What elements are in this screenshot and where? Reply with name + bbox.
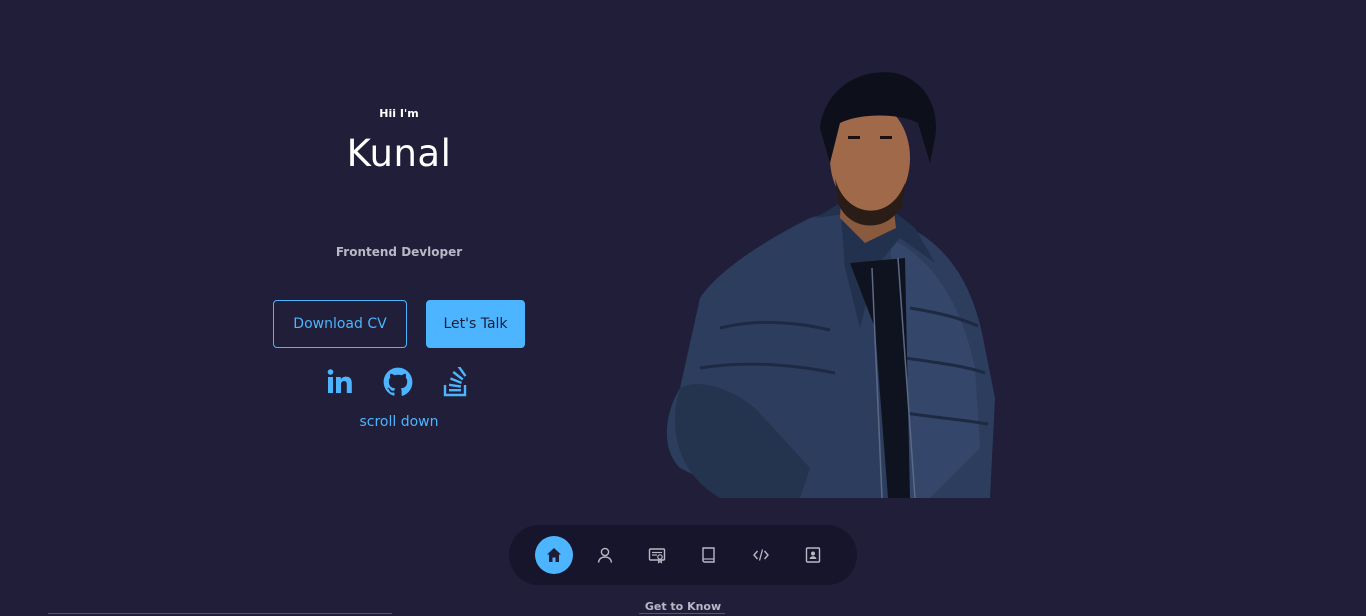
book-icon [702, 547, 715, 563]
divider-line [639, 613, 725, 614]
stackoverflow-icon [443, 367, 467, 397]
github-icon [383, 367, 413, 396]
linkedin-link[interactable] [325, 366, 355, 398]
download-cv-button[interactable]: Download CV [273, 300, 407, 348]
stackoverflow-link[interactable] [441, 366, 471, 398]
lets-talk-button[interactable]: Let's Talk [426, 300, 525, 348]
nav-contact[interactable] [794, 536, 832, 574]
nav-projects[interactable] [742, 536, 780, 574]
nav-experience[interactable] [690, 536, 728, 574]
linkedin-icon [327, 369, 352, 393]
nav-certificates[interactable] [638, 536, 676, 574]
divider-line [48, 613, 392, 614]
page: Hii I'm Kunal Frontend Devloper Download… [0, 0, 1366, 616]
next-section-label: Get to Know [644, 600, 722, 613]
certificate-icon [648, 548, 666, 564]
user-icon [597, 547, 613, 563]
hero-name: Kunal [346, 132, 452, 175]
social-links [325, 366, 475, 398]
greeting: Hii I'm [379, 107, 419, 120]
home-icon [547, 548, 561, 562]
nav-home[interactable] [535, 536, 573, 574]
code-icon [753, 549, 769, 561]
contact-card-icon [805, 547, 821, 563]
github-link[interactable] [383, 366, 413, 398]
hero-role: Frontend Devloper [335, 245, 463, 259]
bottom-nav [509, 525, 857, 585]
scroll-down-link[interactable]: scroll down [300, 414, 498, 430]
nav-about[interactable] [586, 536, 624, 574]
profile-photo [666, 72, 995, 498]
